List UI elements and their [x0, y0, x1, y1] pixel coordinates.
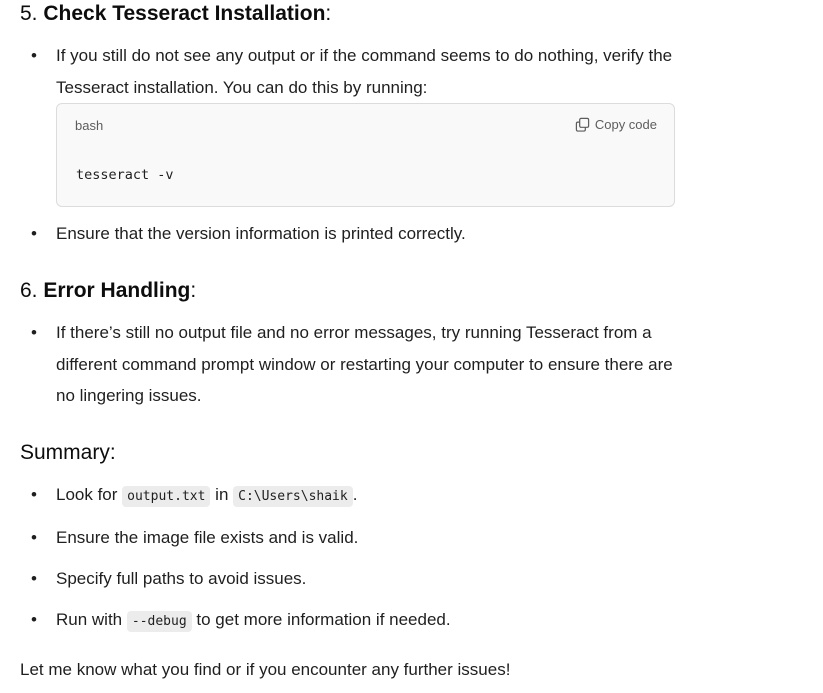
- copy-icon: [575, 117, 590, 132]
- summary-heading: Summary:: [20, 441, 116, 464]
- section-6-title: Error Handling: [43, 279, 191, 302]
- section-5-title: Check Tesseract Installation: [43, 2, 326, 25]
- code-text: tesseract -v: [76, 167, 174, 183]
- code-language-label: bash: [75, 118, 104, 133]
- bullet-icon: •: [31, 485, 37, 504]
- summary-item-1-suffix: .: [352, 485, 358, 504]
- summary-item-3-text: Specify full paths to avoid issues.: [56, 569, 307, 588]
- closing-message: Let me know what you find or if you enco…: [20, 660, 511, 679]
- list-item: • Look for output.txt in C:\Users\shaik.: [20, 479, 680, 513]
- copy-code-button[interactable]: Copy code: [575, 117, 657, 132]
- inline-code-output-file: output.txt: [122, 486, 211, 507]
- section-6-number: 6.: [20, 279, 44, 302]
- section-5-list-continued: • Ensure that the version information is…: [20, 218, 680, 250]
- list-item: • If there’s still no output file and no…: [20, 317, 680, 412]
- summary-item-1-prefix: Look for: [56, 485, 123, 504]
- copy-code-label: Copy code: [594, 117, 657, 132]
- bullet-icon: •: [31, 323, 37, 342]
- summary-item-4-suffix: to get more information if needed.: [191, 610, 451, 629]
- summary-item-2-text: Ensure the image file exists and is vali…: [56, 528, 359, 547]
- section-5-bullet-2-text: Ensure that the version information is p…: [56, 224, 466, 243]
- bullet-icon: •: [31, 528, 37, 547]
- bullet-icon: •: [31, 46, 37, 65]
- section-5-bullet-1-text: If you still do not see any output or if…: [56, 46, 673, 97]
- list-item: • Ensure the image file exists and is va…: [20, 522, 680, 554]
- inline-code-path: C:\Users\shaik: [233, 486, 353, 507]
- summary-list: • Look for output.txt in C:\Users\shaik.…: [20, 479, 680, 647]
- bullet-icon: •: [31, 569, 37, 588]
- section-5-number: 5.: [20, 2, 44, 25]
- summary-item-1-middle: in: [210, 485, 234, 504]
- list-item: • Ensure that the version information is…: [20, 218, 680, 250]
- list-item: • Run with --debug to get more informati…: [20, 604, 680, 638]
- section-6-heading: 6. Error Handling:: [20, 277, 196, 305]
- section-6-list: • If there’s still no output file and no…: [20, 317, 680, 412]
- section-5-list: • If you still do not see any output or …: [20, 40, 680, 103]
- summary-item-4-prefix: Run with: [56, 610, 127, 629]
- section-5-suffix: :: [325, 2, 332, 25]
- list-item: • If you still do not see any output or …: [20, 40, 680, 103]
- section-5-heading: 5. Check Tesseract Installation:: [20, 0, 331, 28]
- section-6-suffix: :: [190, 279, 197, 302]
- bullet-icon: •: [31, 610, 37, 629]
- code-block: bash Copy code tesseract -v: [56, 103, 675, 207]
- inline-code-debug-flag: --debug: [126, 611, 192, 632]
- list-item: • Specify full paths to avoid issues.: [20, 563, 680, 595]
- bullet-icon: •: [31, 224, 37, 243]
- section-6-bullet-1-text: If there’s still no output file and no e…: [56, 323, 673, 405]
